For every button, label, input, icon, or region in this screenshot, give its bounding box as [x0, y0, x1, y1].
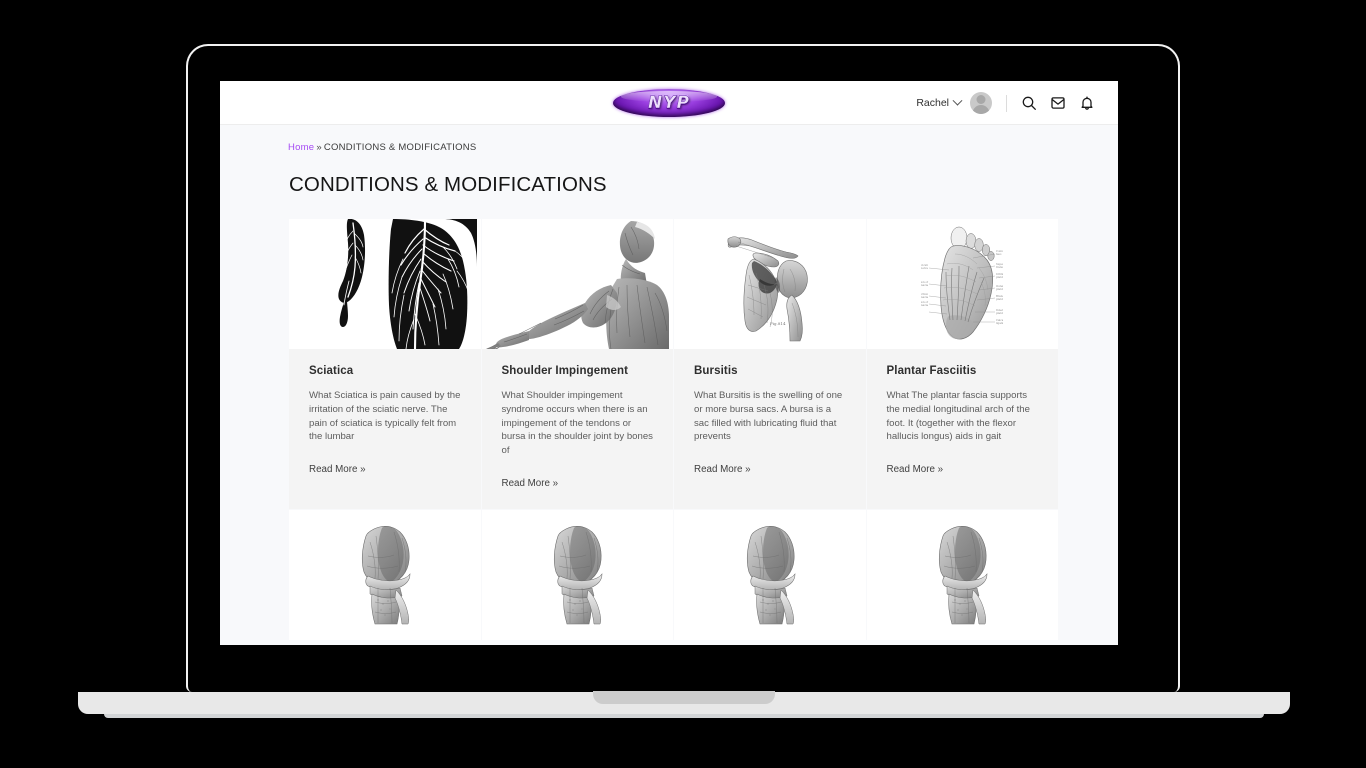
- header-divider: [1006, 94, 1007, 112]
- conditions-card-grid-row2: [289, 510, 1058, 641]
- header-actions: Rachel: [916, 81, 1095, 125]
- laptop-hinge-notch: [593, 691, 775, 704]
- read-more-link[interactable]: Read More »: [694, 464, 751, 475]
- card-body: Shoulder Impingement What Shoulder impin…: [482, 349, 674, 509]
- shoulder-bone-joint-illustration: Fig.814: [674, 219, 866, 349]
- svg-text:fasc. to flex. ten.: fasc. to flex. ten.: [996, 252, 1003, 256]
- screenshot-stage: NYP Rachel Home » CONDITIONS & MODIFICAT…: [0, 0, 1366, 768]
- breadcrumb-separator: »: [316, 142, 322, 153]
- condition-card[interactable]: [674, 510, 866, 641]
- condition-card[interactable]: Connections fasc. to flex. ten. Superfic…: [866, 219, 1059, 510]
- svg-text:plantar fascia: plantar fascia: [996, 287, 1003, 291]
- knee-joint-illustration: [481, 510, 673, 641]
- card-title: Plantar Fasciitis: [886, 365, 977, 377]
- breadcrumb-current: CONDITIONS & MODIFICATIONS: [323, 142, 477, 153]
- plantar-foot-anatomy-illustration: Connections fasc. to flex. ten. Superfic…: [866, 219, 1058, 349]
- knee-joint-illustration: [866, 510, 1058, 641]
- knee-joint-illustration: [289, 510, 481, 641]
- svg-text:Fig.814: Fig.814: [770, 321, 786, 326]
- card-title: Shoulder Impingement: [501, 365, 629, 377]
- knee-joint-illustration: [674, 510, 866, 641]
- inbox-icon[interactable]: [1050, 95, 1066, 111]
- card-title: Sciatica: [309, 365, 354, 377]
- card-title: Bursitis: [694, 365, 738, 377]
- svg-text:plantar nerve: plantar nerve: [996, 297, 1003, 301]
- card-excerpt: What Bursitis is the swelling of one or …: [694, 390, 843, 443]
- laptop-screen: NYP Rachel Home » CONDITIONS & MODIFICAT…: [220, 81, 1118, 645]
- svg-text:plantar fascia: plantar fascia: [921, 283, 928, 287]
- svg-text:ligament: ligament: [996, 321, 1003, 325]
- read-more-link[interactable]: Read More »: [309, 464, 366, 475]
- condition-card[interactable]: [481, 510, 673, 641]
- svg-text:plantar nerve: plantar nerve: [921, 266, 928, 270]
- user-name-label[interactable]: Rachel: [916, 97, 949, 109]
- condition-card[interactable]: [289, 510, 481, 641]
- breadcrumb-home-link[interactable]: Home: [288, 142, 314, 153]
- svg-text:of plantar fascia: of plantar fascia: [921, 295, 928, 299]
- svg-text:plantar ap.: plantar ap.: [996, 275, 1003, 279]
- breadcrumb: Home» CONDITIONS & MODIFICATIONS: [288, 142, 1058, 153]
- page-body: Home» CONDITIONS & MODIFICATIONS CONDITIO…: [220, 125, 1118, 645]
- nyp-logo[interactable]: NYP: [613, 88, 725, 117]
- card-body: Sciatica What Sciatica is pain caused by…: [289, 349, 481, 495]
- condition-card[interactable]: Fig.814 Bursitis What Bursitis is the sw…: [674, 219, 866, 510]
- condition-card[interactable]: Sciatica What Sciatica is pain caused by…: [289, 219, 481, 510]
- card-excerpt: What Sciatica is pain caused by the irri…: [309, 390, 461, 443]
- page-title: CONDITIONS & MODIFICATIONS: [289, 173, 607, 196]
- read-more-link[interactable]: Read More »: [887, 464, 944, 475]
- card-excerpt: What The plantar fascia supports the med…: [886, 390, 1030, 443]
- svg-text:plantar fascia: plantar fascia: [921, 303, 928, 307]
- svg-text:transverse lig.: transverse lig.: [996, 265, 1003, 269]
- card-body: Plantar Fasciitis What The plantar fasci…: [867, 349, 1059, 495]
- condition-card[interactable]: Shoulder Impingement What Shoulder impin…: [481, 219, 674, 510]
- shoulder-muscle-anatomy-illustration: [481, 219, 673, 349]
- sciatica-nerve-anatomy-illustration: [289, 219, 481, 349]
- bell-icon[interactable]: [1079, 95, 1095, 111]
- card-body: Bursitis What Bursitis is the swelling o…: [674, 349, 866, 495]
- condition-card[interactable]: [866, 510, 1058, 641]
- read-more-link[interactable]: Read More »: [502, 478, 559, 489]
- avatar[interactable]: [970, 92, 992, 114]
- chevron-down-icon[interactable]: [952, 95, 963, 106]
- nyp-logo-text: NYP: [648, 92, 690, 113]
- laptop-base-shadow: [104, 714, 1264, 718]
- content-wrapper: Home» CONDITIONS & MODIFICATIONS CONDITIO…: [220, 125, 1118, 641]
- site-header: NYP Rachel: [220, 81, 1118, 125]
- search-icon[interactable]: [1021, 95, 1037, 111]
- svg-text:plantar fascia: plantar fascia: [996, 311, 1003, 315]
- card-excerpt: What Shoulder impingement syndrome occur…: [501, 390, 653, 457]
- conditions-card-grid: Sciatica What Sciatica is pain caused by…: [289, 219, 1059, 510]
